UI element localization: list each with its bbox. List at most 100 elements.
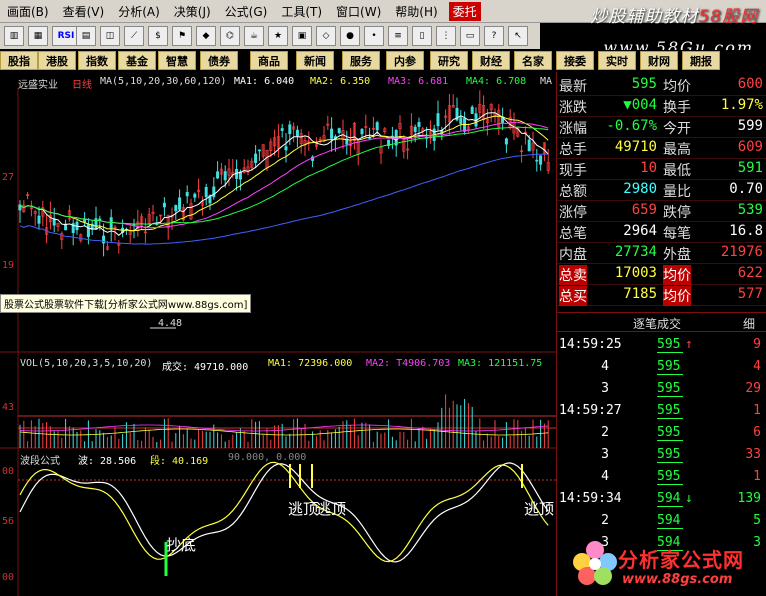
candle-body (174, 205, 178, 212)
chart-area[interactable]: 远盛实业 日线 MA(5,10,20,30,60,120) MA1: 6.040… (0, 72, 556, 596)
menu-window[interactable]: 窗口(W) (329, 3, 388, 20)
quote-row: 总买 7185 均价 577 (557, 284, 766, 306)
quick-tab[interactable]: 期报 (682, 51, 720, 70)
trade-row: 4 595 1 (557, 466, 766, 488)
menu-help[interactable]: 帮助(H) (388, 3, 444, 20)
quick-tab[interactable]: 财经 (472, 51, 510, 70)
quick-tab[interactable]: 研究 (430, 51, 468, 70)
window-icon[interactable]: ▭ (460, 26, 480, 46)
quick-tab[interactable]: 财网 (640, 51, 678, 70)
quick-tab[interactable]: 股指 (0, 51, 38, 70)
period-label[interactable]: 日线 (72, 76, 92, 91)
menu-tools[interactable]: 工具(T) (274, 3, 329, 20)
book-icon[interactable]: ▯ (412, 26, 432, 46)
candle-body (288, 124, 292, 135)
quick-tab[interactable]: 港股 (38, 51, 76, 70)
price-underline (657, 374, 683, 375)
quote-value: 16.8 (729, 223, 763, 239)
trade-detail-button[interactable]: 细 (743, 315, 755, 332)
brand-site: 58股网 (698, 7, 758, 27)
layout-icon[interactable]: ◫ (100, 26, 120, 46)
candle-body (204, 187, 208, 198)
quick-tab[interactable]: 服务 (342, 51, 380, 70)
quote-label: 现手 (559, 163, 587, 179)
quick-tab[interactable]: 智慧 (158, 51, 196, 70)
quote-label: 涨停 (559, 205, 587, 221)
ruler-icon[interactable]: ⟋ (124, 26, 144, 46)
trade-row: 4 595 4 (557, 356, 766, 378)
quote-value: 49710 (614, 139, 657, 155)
trade-volume: 29 (745, 381, 761, 396)
menu-decision[interactable]: 决策(J) (167, 3, 218, 20)
quote-row: 最新 595 均价 600 (557, 74, 766, 96)
news-icon[interactable]: ▣ (292, 26, 312, 46)
quote-label: 跌停 (663, 205, 691, 221)
quote-row: 涨幅 -0.67% 今开 599 (557, 116, 766, 138)
quick-tab[interactable]: 实时 (598, 51, 636, 70)
trade-time: 14:59:27 (559, 403, 622, 418)
chip-icon[interactable]: ◆ (196, 26, 216, 46)
vol-ma1: MA1: 72396.000 (268, 358, 353, 369)
star-icon[interactable]: ★ (268, 26, 288, 46)
price-underline (657, 462, 683, 463)
moving-average-line (19, 112, 549, 236)
quick-tab[interactable]: 内参 (386, 51, 424, 70)
bar-icon[interactable]: ▤ (76, 26, 96, 46)
menu-analysis[interactable]: 分析(A) (111, 3, 167, 20)
quote-value: 595 (631, 76, 657, 92)
quick-tab[interactable]: 基金 (118, 51, 156, 70)
quote-value: 600 (737, 76, 763, 92)
quote-row: 总额 2980 量比 0.70 (557, 179, 766, 201)
dot-icon[interactable]: • (364, 26, 384, 46)
dollar-icon[interactable]: $ (148, 26, 168, 46)
quote-label: 量比 (663, 184, 691, 200)
price-underline (657, 352, 683, 353)
quote-label: 总额 (559, 184, 587, 200)
brand-text: 炒股辅助教材 (590, 7, 699, 27)
trade-price: 595 (657, 469, 681, 484)
kline-chart[interactable] (0, 72, 556, 596)
binoculars-icon[interactable]: ⌬ (220, 26, 240, 46)
ma1-value: MA1: 6.040 (234, 76, 295, 87)
flag-icon[interactable]: ⚑ (172, 26, 192, 46)
label-escape-top-3: 逃顶 (524, 500, 555, 518)
candle-body (162, 202, 166, 208)
entrust-button[interactable]: 委托 (448, 1, 481, 21)
menu-view[interactable]: 查看(V) (56, 3, 112, 20)
ad-banner[interactable]: 股票公式股票软件下载[分析家公式网www.88gs.com] (0, 294, 252, 313)
circle-icon[interactable]: ● (340, 26, 360, 46)
quick-tab[interactable]: 债券 (200, 51, 238, 70)
quick-tab[interactable]: 指数 (78, 51, 116, 70)
trade-row: 14:59:34 594 ↓ 139 (557, 488, 766, 510)
quote-value: 539 (737, 202, 763, 218)
quote-value: 27734 (614, 244, 657, 260)
grid-icon[interactable]: ▦ (28, 26, 48, 46)
menu-screen[interactable]: 画面(B) (0, 3, 56, 20)
quote-value: 577 (737, 286, 763, 302)
candle-body (527, 139, 531, 152)
cup-icon[interactable]: ☕ (244, 26, 264, 46)
quote-label: 内盘 (559, 247, 587, 263)
quote-value: 1.97% (720, 97, 763, 113)
trade-price: 595 (657, 359, 681, 374)
candle-body (330, 128, 334, 139)
candle-body (337, 128, 341, 134)
candle-body (83, 218, 87, 223)
quick-tab[interactable]: 商品 (250, 51, 288, 70)
cursor-icon[interactable]: ↖ (508, 26, 528, 46)
diamond-icon[interactable]: ◇ (316, 26, 336, 46)
trade-time: 2 (601, 513, 609, 528)
quick-tab[interactable]: 名家 (514, 51, 552, 70)
help-icon[interactable]: ? (484, 26, 504, 46)
quote-row: 内盘 27734 外盘 21976 (557, 242, 766, 264)
quick-tab[interactable]: 接委 (556, 51, 594, 70)
stack-icon[interactable]: ≡ (388, 26, 408, 46)
menu-formula[interactable]: 公式(G) (218, 3, 275, 20)
candle-body (254, 153, 258, 163)
chart-icon[interactable]: ▥ (4, 26, 24, 46)
quick-tab[interactable]: 新闻 (296, 51, 334, 70)
trade-volume: 4 (753, 359, 761, 374)
signal-icon[interactable]: ⋮ (436, 26, 456, 46)
trade-row: 14:59:27 595 1 (557, 400, 766, 422)
candle-body (284, 146, 288, 151)
